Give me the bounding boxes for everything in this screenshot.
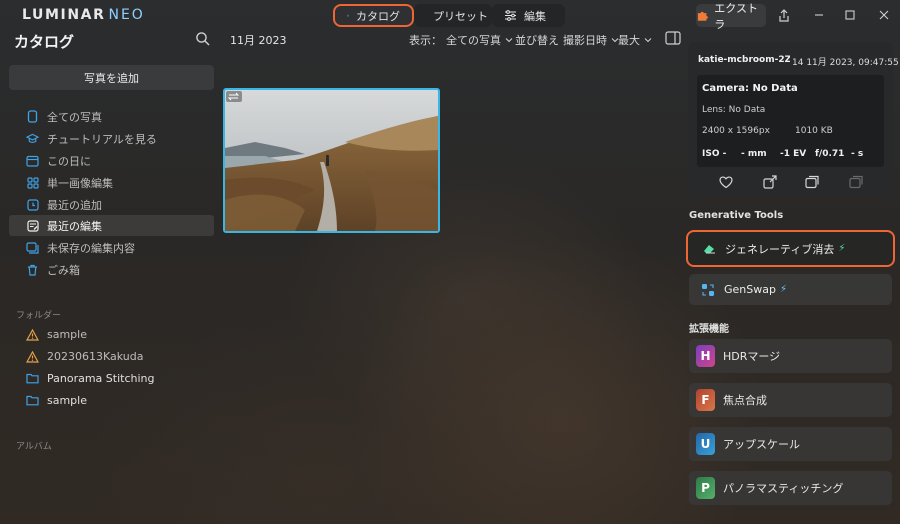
sidebar-item-recent-edits[interactable]: 最近の編集	[9, 215, 214, 236]
extension-upscale[interactable]: U アップスケール	[689, 427, 892, 461]
meta-lens: Lens: No Data	[702, 105, 766, 115]
meta-iso: ISO -	[702, 149, 727, 159]
warning-icon	[26, 328, 39, 341]
sliders-icon	[505, 10, 516, 21]
thumbnail-size-dropdown[interactable]: 最大	[618, 32, 652, 48]
meta-aperture: f/0.71	[815, 149, 845, 159]
catalog-title: カタログ	[14, 33, 75, 51]
duplicate-icon[interactable]	[804, 174, 820, 190]
search-icon[interactable]	[194, 30, 212, 48]
tab-presets[interactable]: プリセット	[414, 4, 492, 27]
phone-icon	[26, 110, 39, 123]
app-logo: LUMINAR NEO	[22, 7, 145, 23]
maximize-icon	[845, 10, 855, 20]
folder-item[interactable]: sample	[9, 390, 214, 411]
extensions-label: 拡張機能	[689, 324, 729, 335]
share-button[interactable]	[773, 4, 795, 26]
sidebar-item-all-photos[interactable]: 全ての写真	[9, 106, 214, 127]
close-button[interactable]	[873, 4, 895, 26]
sort-dropdown[interactable]: 並び替え 撮影日時	[515, 32, 619, 48]
meta-focal: - mm	[741, 149, 767, 159]
info-date: 14 11月 2023, 09:47:55	[792, 58, 899, 68]
trash-icon	[26, 263, 39, 276]
compare-icon	[849, 175, 863, 189]
focus-badge-icon: F	[696, 389, 715, 411]
add-photos-button[interactable]: 写真を追加	[9, 65, 214, 90]
heart-icon[interactable]	[718, 174, 734, 190]
landscape-photo	[225, 90, 438, 231]
panel-toggle-icon[interactable]	[665, 31, 681, 45]
meta-dimensions: 2400 x 1596px	[702, 126, 770, 136]
warning-icon	[26, 350, 39, 363]
meta-filesize: 1010 KB	[795, 126, 833, 136]
generative-erase-button[interactable]: ジェネレーティブ消去 ⚡	[686, 230, 895, 267]
show-filter-dropdown[interactable]: 表示： 全ての写真	[409, 32, 513, 48]
edit-doc-icon	[26, 219, 39, 232]
sidebar-item-trash[interactable]: ごみ箱	[9, 259, 214, 280]
hdr-badge-icon: H	[696, 345, 715, 367]
info-filename: katie-mcbroom-2ZI	[698, 55, 790, 65]
extension-focus-stacking[interactable]: F 焦点合成	[689, 383, 892, 417]
folders-label: フォルダー	[16, 311, 62, 321]
image-stack-icon	[26, 241, 39, 254]
folder-item[interactable]: sample	[9, 324, 214, 345]
sidebar-item-recent-added[interactable]: 最近の追加	[9, 194, 214, 215]
genswap-button[interactable]: GenSwap ⚡	[689, 274, 892, 305]
meta-shutter: - s	[851, 149, 864, 159]
chevron-down-icon	[505, 38, 513, 43]
chevron-down-icon	[644, 38, 652, 43]
calendar-icon	[26, 154, 39, 167]
extras-button[interactable]: エクストラ	[696, 2, 766, 31]
extension-panorama-stitching[interactable]: P パノラマスティッチング	[689, 471, 892, 505]
upscale-badge-icon: U	[696, 433, 715, 455]
generative-tools-label: Generative Tools	[689, 210, 784, 221]
tab-catalog[interactable]: カタログ	[333, 4, 414, 27]
photo-thumbnail[interactable]	[223, 88, 440, 233]
bolt-icon: ⚡	[779, 284, 787, 295]
grid-icon	[26, 176, 39, 189]
albums-label: アルバム	[16, 442, 52, 452]
meta-camera: Camera: No Data	[702, 83, 798, 94]
share-icon	[779, 8, 789, 22]
folder-icon	[26, 394, 39, 407]
clock-icon	[26, 198, 39, 211]
folder-icon	[26, 372, 39, 385]
minimize-icon	[815, 14, 823, 16]
date-group-label: 11月 2023	[230, 34, 287, 47]
folder-icon	[347, 14, 349, 17]
minimize-button[interactable]	[808, 4, 830, 26]
bolt-icon: ⚡	[838, 243, 846, 254]
puzzle-icon	[697, 11, 708, 21]
tab-edit[interactable]: 編集	[492, 4, 565, 27]
folder-item[interactable]: 20230613Kakuda	[9, 346, 214, 367]
close-icon	[879, 10, 889, 20]
maximize-button[interactable]	[839, 4, 861, 26]
meta-ev: -1 EV	[780, 149, 807, 159]
sidebar-item-this-day[interactable]: この日に	[9, 150, 214, 171]
sidebar-item-tutorials[interactable]: チュートリアルを見る	[9, 128, 214, 149]
eraser-icon	[704, 244, 715, 253]
folder-item[interactable]: Panorama Stitching	[9, 368, 214, 389]
sidebar-item-single-edit[interactable]: 単一画像編集	[9, 172, 214, 193]
swap-icon	[702, 283, 714, 296]
extension-hdr-merge[interactable]: H HDRマージ	[689, 339, 892, 373]
panorama-badge-icon: P	[696, 477, 715, 499]
sidebar-item-unsaved-edits[interactable]: 未保存の編集内容	[9, 237, 214, 258]
graduation-cap-icon	[26, 132, 39, 145]
share-out-icon[interactable]	[762, 174, 778, 190]
